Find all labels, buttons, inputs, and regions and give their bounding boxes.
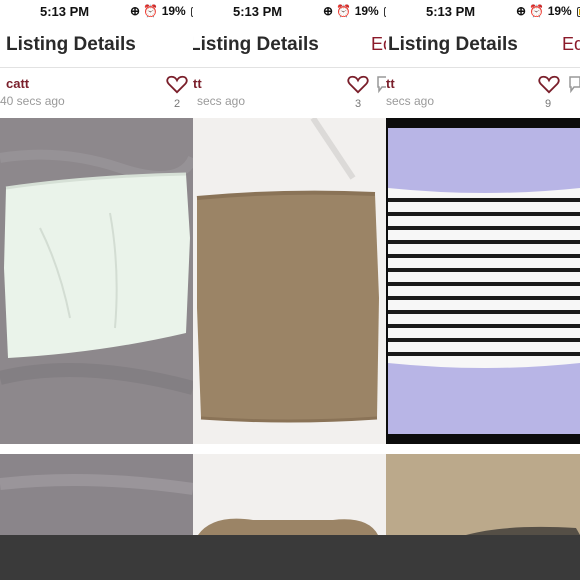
battery-percent: 19% [161, 4, 186, 18]
heart-icon[interactable] [166, 74, 188, 94]
listing-meta: catt 40 secs ago 2 [0, 70, 193, 115]
alarm-icon: ⏰ [336, 4, 352, 18]
time-ago: secs ago [197, 94, 246, 108]
username-link[interactable]: tt [193, 76, 202, 91]
listing-photo-main[interactable] [0, 118, 193, 444]
lock-rotation-icon: ⊕ [130, 4, 141, 18]
page-title: Listing Details [193, 34, 319, 55]
photo-thumbnail [193, 454, 386, 535]
listing-meta: tt secs ago 3 [193, 70, 386, 115]
status-time: 5:13 PM [426, 4, 476, 19]
status-icons: ⊕ ⏰ 19% [323, 4, 386, 18]
like-count: 2 [174, 98, 181, 110]
edit-button[interactable]: Ed [371, 34, 386, 55]
alarm-icon: ⏰ [529, 4, 545, 18]
status-bar: 5:13 PM ⊕ ⏰ 19% [193, 0, 386, 24]
time-ago: secs ago [386, 94, 435, 108]
photo-thumbnail [0, 454, 193, 535]
nav-bar: Listing Details Ed [193, 24, 386, 68]
time-ago: 40 secs ago [0, 94, 65, 108]
nav-bar: Listing Details Ed [386, 24, 580, 68]
heart-icon[interactable] [347, 74, 369, 94]
tube-top-photo [0, 118, 193, 444]
tube-top-photo [193, 116, 386, 444]
screenshot-panel-3: 5:13 PM ⊕ ⏰ 19% Listing Details Ed tt se… [386, 0, 580, 535]
status-time: 5:13 PM [233, 4, 283, 19]
listing-photo-secondary[interactable] [0, 454, 193, 535]
username-link[interactable]: catt [6, 76, 29, 91]
listing-meta: tt secs ago 9 [386, 70, 580, 115]
edit-button[interactable]: Ed [562, 34, 580, 55]
listing-photo-main[interactable] [193, 116, 386, 444]
comment-icon[interactable] [376, 74, 386, 94]
like-count: 9 [545, 98, 552, 110]
listing-photo-main[interactable] [386, 118, 580, 444]
like-count: 3 [355, 98, 362, 110]
photo-thumbnail [386, 454, 580, 535]
alarm-icon: ⏰ [143, 4, 159, 18]
listing-photo-secondary[interactable] [386, 454, 580, 535]
page-title: Listing Details [6, 34, 136, 55]
status-time: 5:13 PM [40, 4, 90, 19]
screenshot-panel-2: 5:13 PM ⊕ ⏰ 19% Listing Details Ed tt se… [193, 0, 386, 535]
username-link[interactable]: tt [386, 76, 395, 91]
status-bar: 5:13 PM ⊕ ⏰ 19% [0, 0, 193, 24]
nav-bar: Listing Details [0, 24, 193, 68]
status-bar: 5:13 PM ⊕ ⏰ 19% [386, 0, 580, 24]
bottom-bar [0, 535, 580, 580]
tube-top-photo [386, 118, 580, 444]
battery-percent: 19% [547, 4, 572, 18]
listing-photo-secondary[interactable] [193, 454, 386, 535]
page-title: Listing Details [388, 34, 518, 55]
heart-icon[interactable] [538, 74, 560, 94]
status-icons: ⊕ ⏰ 19% [516, 4, 580, 18]
status-icons: ⊕ ⏰ 19% [130, 4, 193, 18]
screenshot-panel-1: 5:13 PM ⊕ ⏰ 19% Listing Details catt 40 … [0, 0, 193, 535]
lock-rotation-icon: ⊕ [516, 4, 527, 18]
battery-percent: 19% [354, 4, 379, 18]
lock-rotation-icon: ⊕ [323, 4, 334, 18]
comment-icon[interactable] [568, 74, 580, 94]
